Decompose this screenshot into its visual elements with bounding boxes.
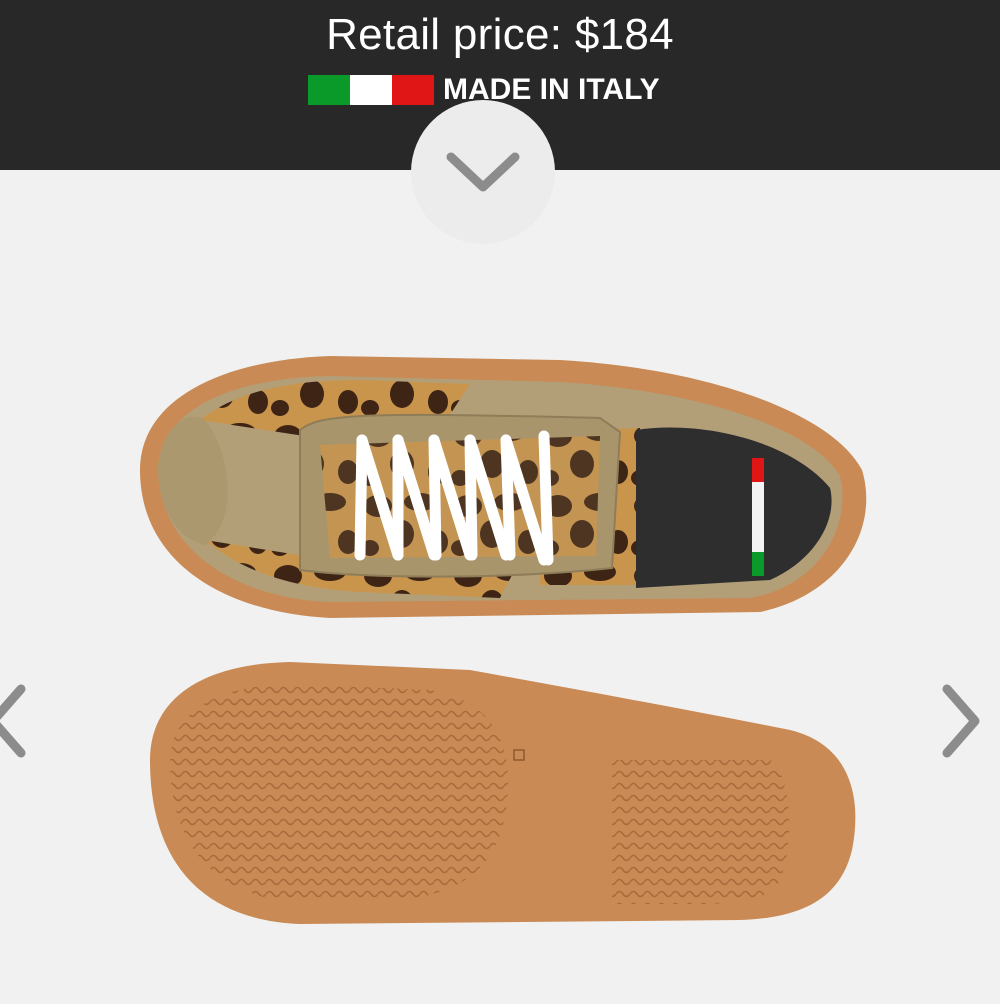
italian-flag-icon: [308, 75, 434, 105]
product-image: [0, 170, 1000, 999]
chevron-down-icon: [446, 152, 520, 192]
next-image-button[interactable]: [930, 676, 990, 766]
shoe-top-view: [140, 356, 867, 618]
chevron-left-icon: [0, 684, 26, 758]
chevron-right-icon: [942, 684, 980, 758]
retail-price: Retail price: $184: [326, 10, 674, 59]
collapse-header-button[interactable]: [411, 100, 555, 244]
shoe-sole-view: [150, 662, 856, 924]
previous-image-button[interactable]: [0, 676, 38, 766]
